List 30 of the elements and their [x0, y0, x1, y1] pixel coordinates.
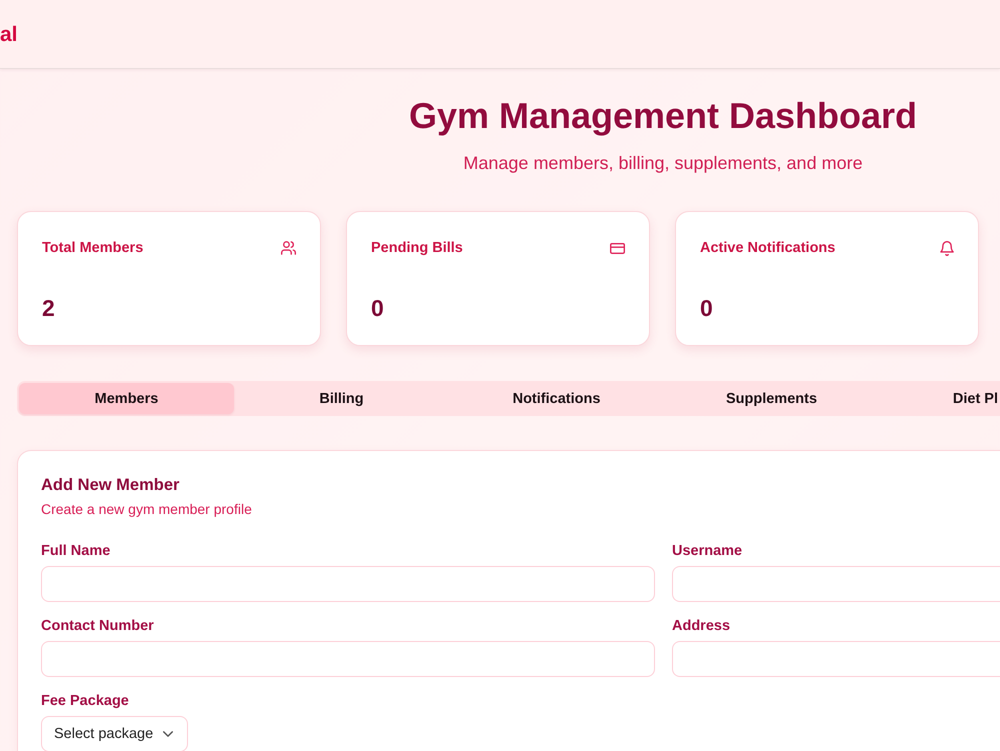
users-icon	[281, 241, 296, 255]
field-label: Username	[672, 542, 742, 561]
field-label: Contact Number	[41, 617, 154, 636]
input-field[interactable]	[41, 566, 655, 602]
page-subtitle: Manage members, billing, supplements, and more	[463, 152, 863, 175]
stat-label: Active Notifications	[700, 239, 836, 258]
form-title: Add New Member	[41, 475, 180, 495]
tab[interactable]: Members	[19, 383, 234, 414]
tab[interactable]: Billing	[234, 383, 449, 414]
stat-value: 0	[371, 294, 384, 322]
stat-value: 0	[700, 294, 713, 322]
stat-value: 2	[42, 294, 55, 322]
stat-label: Pending Bills	[371, 239, 463, 258]
field-label: Full Name	[41, 542, 110, 561]
chevron-down-icon	[163, 731, 174, 737]
stat-label: Total Members	[42, 239, 144, 258]
form-subtitle: Create a new gym member profile	[41, 500, 252, 519]
field-label: Fee Package	[41, 692, 129, 711]
tab[interactable]: Supplements	[664, 383, 879, 414]
field-label: Address	[672, 617, 730, 636]
page-title: Gym Management Dashboard	[408, 94, 918, 138]
input-field[interactable]	[41, 641, 655, 677]
tab[interactable]: Diet Pl	[879, 383, 998, 414]
input-field[interactable]	[672, 641, 1000, 677]
bell-icon	[940, 240, 954, 256]
credit-card-icon	[610, 242, 625, 254]
brand-name: al	[0, 22, 18, 46]
input-field[interactable]	[672, 566, 1000, 602]
package-select[interactable]: Select package	[41, 716, 188, 751]
tab[interactable]: Notifications	[449, 383, 664, 414]
